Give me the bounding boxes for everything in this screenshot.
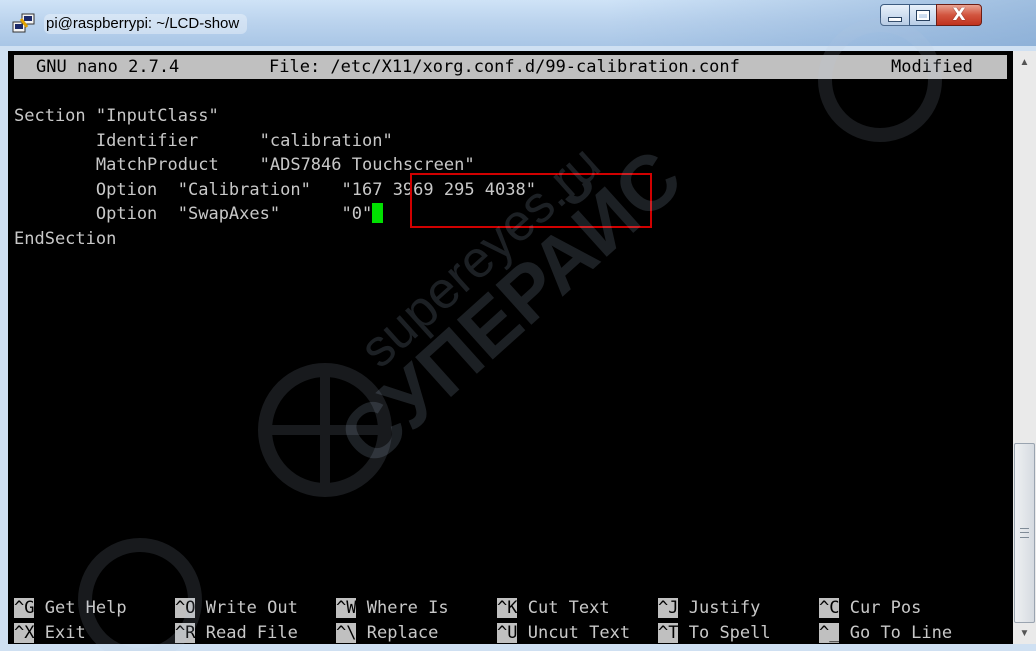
window-title: pi@raspberrypi: ~/LCD-show xyxy=(44,14,248,34)
swapaxes-value: "0" xyxy=(341,204,373,224)
close-button[interactable]: X xyxy=(936,4,982,26)
option-swapaxes-key: Option "SwapAxes" xyxy=(14,204,342,224)
nano-file-name: File: /etc/X11/xorg.conf.d/99-calibratio… xyxy=(269,57,740,77)
scroll-up-arrow-icon[interactable]: ▲ xyxy=(1013,51,1036,73)
shortcut-uncut-text[interactable]: ^U Uncut Text xyxy=(497,621,630,645)
shortcut-go-to-line[interactable]: ^_ Go To Line xyxy=(819,621,952,645)
maximize-icon xyxy=(916,9,930,21)
vertical-scrollbar[interactable]: ▲ ▼ xyxy=(1013,51,1036,644)
minimize-icon xyxy=(888,16,902,22)
shortcut-cut-text[interactable]: ^K Cut Text xyxy=(497,596,610,620)
shortcut-write-out[interactable]: ^O Write Out xyxy=(175,596,298,620)
shortcut-justify[interactable]: ^J Justify xyxy=(658,596,760,620)
minimize-button[interactable] xyxy=(880,4,910,26)
shortcut-replace[interactable]: ^\ Replace xyxy=(336,621,438,645)
highlight-box xyxy=(410,173,652,228)
scroll-down-arrow-icon[interactable]: ▼ xyxy=(1013,622,1036,644)
shortcut-to-spell[interactable]: ^T To Spell xyxy=(658,621,771,645)
shortcut-cur-pos[interactable]: ^C Cur Pos xyxy=(819,596,921,620)
option-calibration-key: Option "Calibration" xyxy=(14,180,342,200)
shortcut-where-is[interactable]: ^W Where Is xyxy=(336,596,449,620)
title-bar[interactable]: pi@raspberrypi: ~/LCD-show X xyxy=(0,0,1036,46)
file-line-6: EndSection xyxy=(14,229,117,249)
file-line-2: Identifier "calibration" xyxy=(14,131,393,151)
text-cursor xyxy=(372,203,384,223)
maximize-button[interactable] xyxy=(909,4,937,26)
file-line-5: Option "SwapAxes" "0" xyxy=(14,202,384,226)
nano-version: GNU nano 2.7.4 xyxy=(36,57,180,77)
shortcut-get-help[interactable]: ^G Get Help xyxy=(14,596,127,620)
shortcut-exit[interactable]: ^X Exit xyxy=(14,621,86,645)
putty-window: pi@raspberrypi: ~/LCD-show X GNU nano 2.… xyxy=(0,0,1036,651)
shortcut-read-file[interactable]: ^R Read File xyxy=(175,621,298,645)
nano-header-bar: GNU nano 2.7.4 File: /etc/X11/xorg.conf.… xyxy=(14,55,1007,79)
scrollbar-grip-icon xyxy=(1020,528,1029,538)
nano-status: Modified xyxy=(891,57,973,77)
terminal-screen[interactable]: GNU nano 2.7.4 File: /etc/X11/xorg.conf.… xyxy=(8,51,1013,644)
putty-icon[interactable] xyxy=(12,13,36,35)
close-icon: X xyxy=(952,5,966,25)
file-line-1: Section "InputClass" xyxy=(14,106,219,126)
file-line-3: MatchProduct "ADS7846 Touchscreen" xyxy=(14,155,475,175)
scrollbar-thumb[interactable] xyxy=(1014,443,1035,623)
